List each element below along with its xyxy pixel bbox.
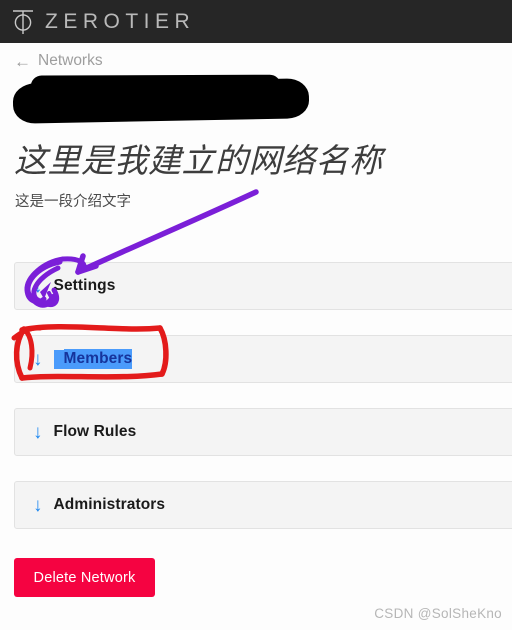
arrow-down-icon: ↓: [33, 421, 43, 443]
redacted-network-id: [12, 78, 310, 124]
accordion-section-administrators[interactable]: ↓ Administrators: [14, 481, 512, 529]
accordion-label: Administrators: [53, 496, 166, 513]
arrow-left-icon: ←: [14, 51, 31, 71]
accordion-section-settings[interactable]: ↓ Settings: [14, 262, 512, 310]
accordion-label: Settings: [53, 277, 116, 294]
text-selection-block: [53, 349, 64, 369]
delete-network-button[interactable]: Delete Network: [14, 558, 155, 597]
network-description: 这是一段介绍文字: [15, 194, 131, 210]
page-title: 这里是我建立的网络名称: [14, 142, 383, 179]
accordion-label: Flow Rules: [53, 423, 137, 440]
accordion-label: Members: [63, 349, 133, 369]
section-accordion: ↓ Settings ↓ Members ↓ Flow Rules ↓ Admi…: [14, 262, 512, 554]
breadcrumb-back-networks[interactable]: ← Networks: [14, 52, 103, 70]
accordion-section-members[interactable]: ↓ Members: [14, 335, 512, 383]
accordion-section-flow-rules[interactable]: ↓ Flow Rules: [14, 408, 512, 456]
arrow-down-icon: ↓: [33, 494, 43, 516]
arrow-down-icon: ↓: [33, 348, 43, 370]
zerotier-logo-icon: [10, 7, 36, 37]
arrow-down-icon: ↓: [33, 275, 43, 297]
breadcrumb-label: Networks: [38, 52, 103, 69]
watermark: CSDN @SolSheKno: [374, 606, 502, 621]
app-header: ZEROTIER: [0, 0, 512, 43]
brand-wordmark: ZEROTIER: [45, 10, 196, 33]
